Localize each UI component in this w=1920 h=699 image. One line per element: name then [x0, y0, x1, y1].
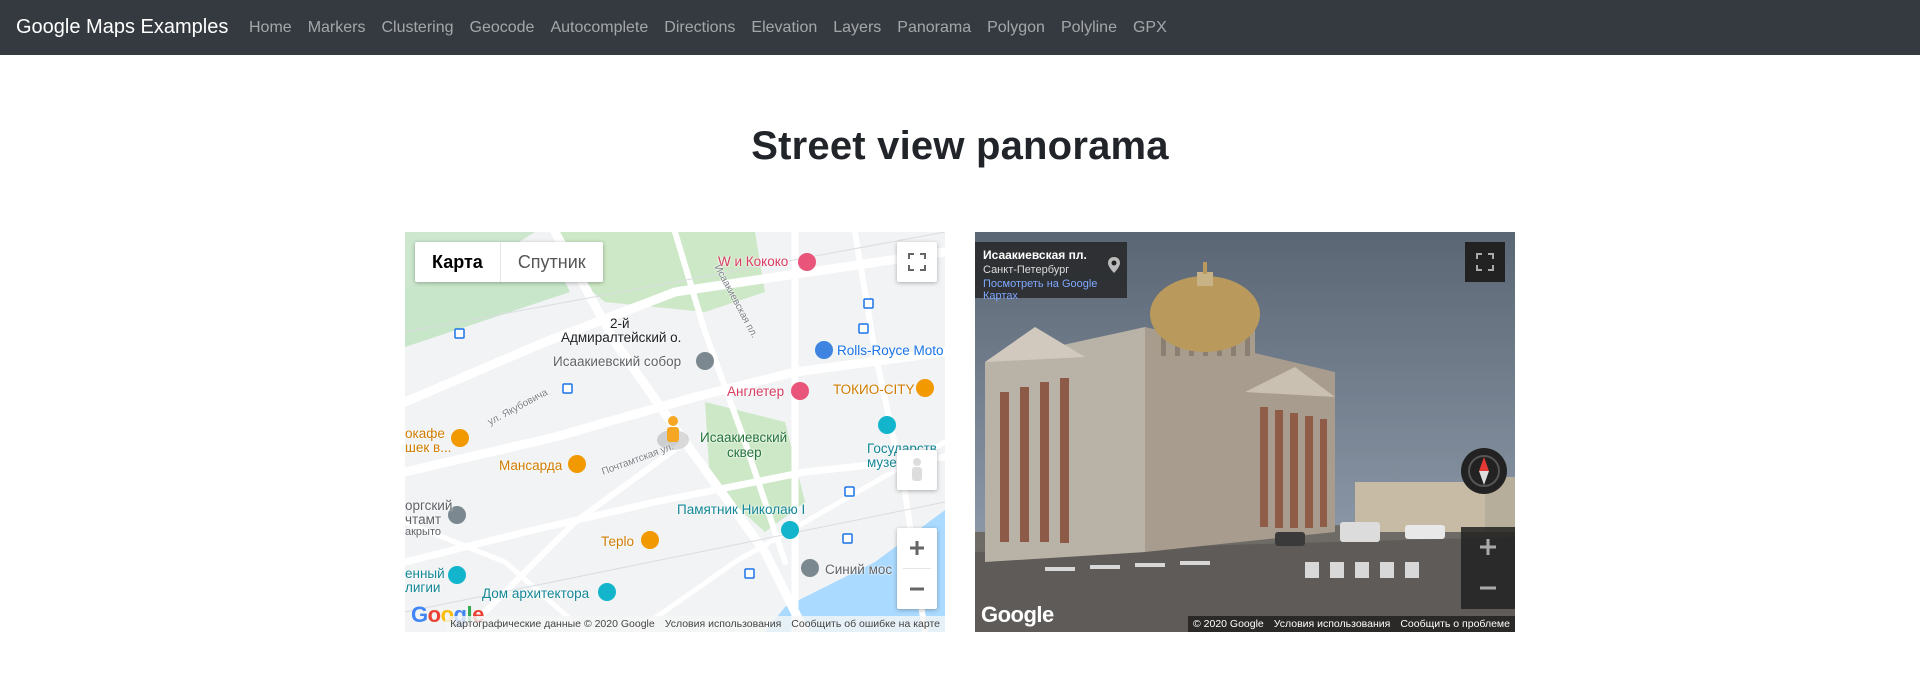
minus-icon	[1480, 586, 1496, 590]
poi-label-religion-2[interactable]: лигии	[405, 580, 440, 595]
nav-link-home[interactable]: Home	[241, 19, 300, 37]
map-data-credit: Картографические данные © 2020 Google	[450, 618, 655, 630]
map-zoom-control	[897, 528, 937, 609]
minus-icon	[910, 587, 924, 591]
google-logo: Google	[981, 602, 1054, 627]
poi-label-post-2[interactable]: чтамт	[405, 512, 441, 527]
poi-label-w-kokoko[interactable]: W и Кококо	[718, 254, 788, 269]
map-type-map-button[interactable]: Карта	[415, 242, 501, 282]
plus-icon	[910, 541, 924, 555]
page-title: Street view panorama	[751, 124, 1169, 168]
compass-icon	[1468, 455, 1500, 487]
panorama-terms-link[interactable]: Условия использования	[1269, 618, 1396, 630]
nav-link-clustering[interactable]: Clustering	[373, 19, 461, 37]
nav-link-autocomplete[interactable]: Autocomplete	[542, 19, 656, 37]
poi-label-cafe-2[interactable]: шек в...	[405, 440, 451, 455]
panorama-location-title: Исаакиевская пл.	[983, 248, 1087, 262]
poi-label-post-1[interactable]: оргский	[405, 498, 452, 513]
map-attribution: Картографические данные © 2020 Google Ус…	[445, 616, 945, 632]
map-zoom-out-button[interactable]	[897, 569, 937, 609]
fullscreen-icon	[1476, 253, 1494, 271]
plus-icon	[1480, 539, 1496, 555]
nav-link-markers[interactable]: Markers	[300, 19, 374, 37]
panorama-compass[interactable]	[1461, 448, 1507, 494]
panorama-zoom-in-button[interactable]	[1461, 527, 1515, 568]
poi-label-isaac-cathedral[interactable]: Исаакиевский собор	[553, 354, 681, 369]
panorama-location-city: Санкт-Петербург	[983, 264, 1070, 276]
map-report-error-link[interactable]: Сообщить об ошибке на карте	[786, 618, 945, 630]
panorama-copyright: © 2020 Google	[1192, 618, 1264, 630]
panorama-zoom-control	[1461, 527, 1515, 609]
panorama-location-card: Исаакиевская пл. Санкт-Петербург Посмотр…	[975, 242, 1127, 302]
poi-label-cafe-1[interactable]: окафе	[405, 426, 445, 441]
pegman-icon	[912, 458, 922, 481]
nav-link-panorama[interactable]: Panorama	[889, 19, 979, 37]
navbar: Google Maps Examples Home Markers Cluste…	[0, 0, 1920, 55]
location-pin-icon[interactable]	[1107, 256, 1121, 274]
panorama-report-problem-link[interactable]: Сообщить о проблеме	[1395, 618, 1515, 630]
nav-link-geocode[interactable]: Geocode	[462, 19, 543, 37]
place-label-isaac-square-2: сквер	[727, 445, 762, 460]
place-label-blue-bridge: Синий мос	[825, 562, 893, 577]
place-label-isaac-square-1: Исаакиевский	[700, 430, 788, 445]
poi-label-post-3: акрыто	[405, 526, 441, 538]
poi-label-tokio-city[interactable]: ТОКИО-CITY	[833, 382, 914, 397]
nav-link-elevation[interactable]: Elevation	[743, 19, 825, 37]
place-label-admiralteisky-2: Адмиралтейский о.	[561, 330, 682, 345]
map-view[interactable]: W и Кококо 2-й Адмиралтейский о. Исаакие…	[405, 232, 945, 632]
place-label-admiralteisky-1: 2-й	[610, 316, 630, 331]
panorama-fullscreen-button[interactable]	[1465, 242, 1505, 282]
poi-label-rolls-royce[interactable]: Rolls-Royce Moto	[837, 343, 944, 358]
poi-label-teplo[interactable]: Теplo	[601, 534, 634, 549]
navbar-brand[interactable]: Google Maps Examples	[16, 0, 228, 55]
fullscreen-icon	[908, 253, 926, 271]
pegman-control[interactable]	[897, 450, 937, 490]
poi-label-mansarda[interactable]: Мансарда	[499, 458, 562, 473]
panorama-attribution: © 2020 Google Условия использования Сооб…	[1187, 616, 1515, 632]
nav-link-gpx[interactable]: GPX	[1125, 19, 1175, 37]
nav-link-polygon[interactable]: Polygon	[979, 19, 1053, 37]
nav-links: Home Markers Clustering Geocode Autocomp…	[241, 0, 1175, 55]
poi-label-house-of-architect[interactable]: Дом архитектора	[482, 586, 589, 601]
nav-link-directions[interactable]: Directions	[656, 19, 743, 37]
view-on-google-maps-link[interactable]: Посмотреть на Google Картах	[983, 278, 1119, 302]
map-fullscreen-button[interactable]	[897, 242, 937, 282]
nav-link-polyline[interactable]: Polyline	[1053, 19, 1125, 37]
street-view-panorama[interactable]: Исаакиевская пл. Санкт-Петербург Посмотр…	[975, 232, 1515, 632]
map-zoom-in-button[interactable]	[897, 528, 937, 568]
nav-link-layers[interactable]: Layers	[825, 19, 889, 37]
poi-label-angleter[interactable]: Англетер	[727, 384, 784, 399]
poi-label-monument-nicholas[interactable]: Памятник Николаю I	[677, 502, 805, 517]
map-terms-link[interactable]: Условия использования	[660, 618, 787, 630]
poi-label-religion-1[interactable]: енный	[405, 566, 445, 581]
map-type-control: Карта Спутник	[415, 242, 603, 282]
panorama-zoom-out-button[interactable]	[1461, 568, 1515, 609]
map-type-satellite-button[interactable]: Спутник	[501, 242, 603, 282]
